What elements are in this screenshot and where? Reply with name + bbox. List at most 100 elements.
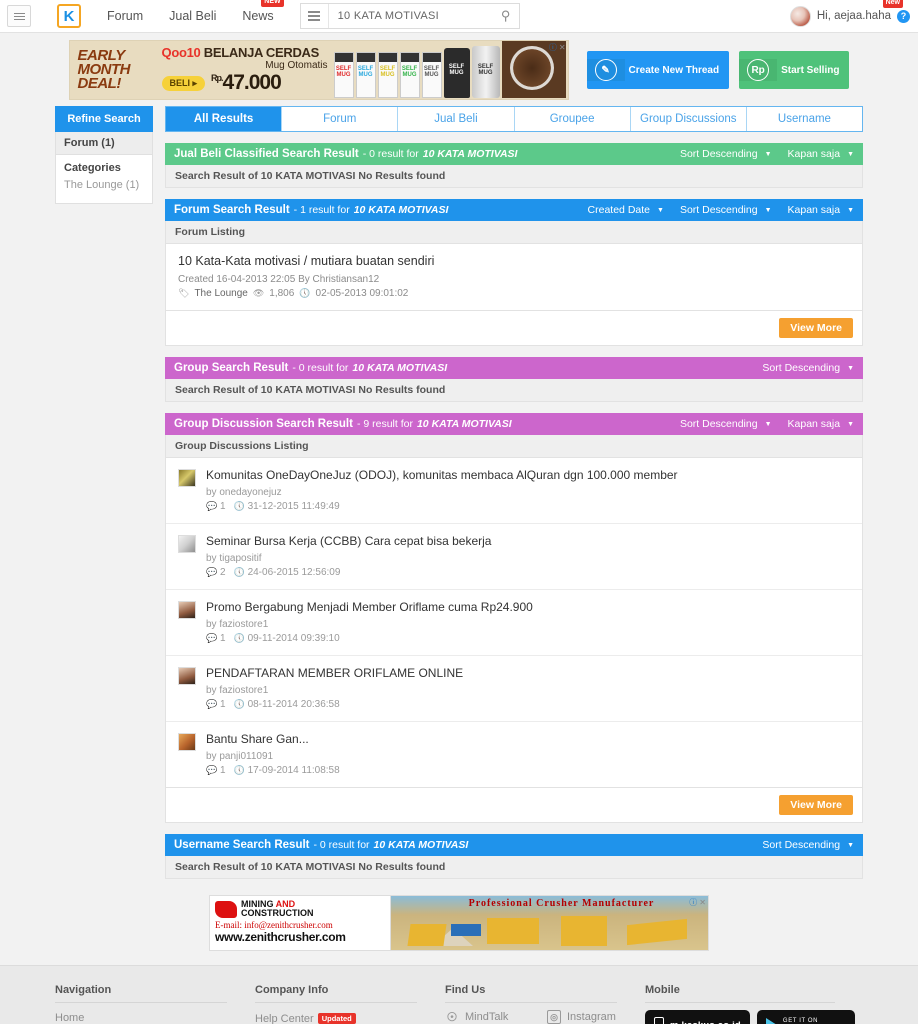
updated-badge: Updated	[317, 1013, 356, 1024]
sidebar-filter-forum[interactable]: Forum (1)	[56, 132, 152, 155]
sidebar-categories-title: Categories	[64, 162, 121, 174]
discussion-author[interactable]: by tigapositif	[206, 553, 850, 564]
forum-view-more-button[interactable]: View More	[779, 318, 853, 338]
list-item[interactable]: Seminar Bursa Kerja (CCBB) Cara cepat bi…	[166, 524, 862, 590]
social-link-instagram[interactable]: ◎ Instagram	[547, 1010, 645, 1024]
tab-groupee[interactable]: Groupee	[515, 107, 631, 131]
tab-forum[interactable]: Forum	[282, 107, 399, 131]
forum-result-count: - 1 result for	[293, 204, 350, 216]
list-item[interactable]: Bantu Share Gan... by panji011091 💬 1 🕔 …	[166, 722, 862, 787]
kaskus-logo[interactable]: K	[57, 4, 81, 28]
group-discussion-sort-descending[interactable]: Sort Descending ▼	[680, 418, 772, 430]
footer-link-home[interactable]: Home	[55, 1010, 255, 1024]
thread-category[interactable]: The Lounge	[194, 288, 247, 299]
google-play-badge[interactable]: GET IT ON Google play	[756, 1010, 855, 1024]
table-row[interactable]: 10 Kata-Kata motivasi / mutiara buatan s…	[166, 244, 862, 310]
username-result-header: Username Search Result - 0 result for 10…	[165, 834, 863, 856]
group-sort-descending[interactable]: Sort Descending ▼	[762, 362, 854, 374]
discussion-title[interactable]: PENDAFTARAN MEMBER ORIFLAME ONLINE	[206, 666, 850, 680]
bottom-ad-website: www.zenithcrusher.com	[215, 930, 346, 944]
discussion-author[interactable]: by onedayonejuz	[206, 487, 850, 498]
footer-mobile-column: Mobile m.kaskus.co.id GET IT ON Google p…	[645, 984, 863, 1024]
nav-item-jual-beli[interactable]: Jual Beli	[169, 9, 216, 23]
new-badge-user: New	[882, 0, 903, 8]
chevron-down-icon: ▼	[847, 364, 854, 372]
bottom-ad-banner[interactable]: MINING AND CONSTRUCTION E-mail: info@zen…	[209, 895, 709, 951]
forum-date-filter[interactable]: Kapan saja ▼	[788, 204, 854, 216]
mobile-site-badge[interactable]: m.kaskus.co.id	[645, 1010, 750, 1024]
tab-username[interactable]: Username	[747, 107, 862, 131]
refine-search-button[interactable]: Refine Search	[55, 106, 153, 132]
user-greeting[interactable]: Hi, aejaa.haha New	[817, 0, 903, 22]
list-item[interactable]: Promo Bergabung Menjadi Member Oriflame …	[166, 590, 862, 656]
start-selling-button[interactable]: Rp Start Selling	[739, 51, 850, 89]
forum-result-title: Forum Search Result	[174, 204, 290, 216]
discussion-author[interactable]: by faziostore1	[206, 619, 850, 630]
search-icon[interactable]: ⚲	[493, 8, 519, 24]
jual-beli-sort-descending[interactable]: Sort Descending ▼	[680, 148, 772, 160]
jual-beli-date-filter[interactable]: Kapan saja ▼	[788, 148, 854, 160]
tab-group-discussions[interactable]: Group Discussions	[631, 107, 747, 131]
discussion-title[interactable]: Seminar Bursa Kerja (CCBB) Cara cepat bi…	[206, 534, 850, 548]
footer-company-title: Company Info	[255, 984, 417, 1003]
footer-navigation-column: Navigation Home Forum Jual Beli Groupee …	[55, 984, 255, 1024]
ad-currency: Rp.	[211, 73, 223, 83]
ad-mug-green: SELF MUG	[399, 52, 420, 98]
top-ad-banner[interactable]: EARLY MONTH DEAL! Qoo10 BELANJA CERDAS M…	[68, 40, 569, 100]
jual-beli-sort-label: Sort Descending	[679, 148, 758, 160]
ad-info-icon[interactable]: ⓘ	[549, 42, 557, 53]
tab-jual-beli[interactable]: Jual Beli	[398, 107, 515, 131]
username-result-block: Username Search Result - 0 result for 10…	[165, 834, 863, 879]
avatar[interactable]	[789, 5, 811, 27]
nav-item-news[interactable]: News NEW	[242, 0, 284, 23]
search-input[interactable]	[328, 9, 493, 23]
sidebar-category-the-lounge[interactable]: The Lounge (1)	[64, 179, 144, 191]
avatar	[178, 469, 196, 487]
social-label-mindtalk: MindTalk	[465, 1011, 509, 1023]
help-icon[interactable]: ?	[897, 9, 910, 23]
ad-mug-white: SELF MUG	[421, 52, 442, 98]
social-links-grid: ☉MindTalk ◎Instagram 🐦Forum 🐦Jual Beli f…	[445, 1010, 645, 1024]
list-item[interactable]: PENDAFTARAN MEMBER ORIFLAME ONLINE by fa…	[166, 656, 862, 722]
discussion-author[interactable]: by faziostore1	[206, 685, 850, 696]
group-discussion-view-more-button[interactable]: View More	[779, 795, 853, 815]
ad-controls: ⓘ ✕	[549, 42, 566, 53]
tab-all-results[interactable]: All Results	[166, 107, 283, 131]
nav-item-forum[interactable]: Forum	[107, 9, 143, 23]
ad-cta-button[interactable]: BELI ▸	[161, 75, 206, 91]
ad-copy: Qoo10 BELANJA CERDAS Mug Otomatis BELI ▸…	[158, 45, 334, 95]
forum-listing-label: Forum Listing	[165, 221, 863, 244]
group-discussion-result-query: 10 KATA MOTIVASI	[416, 418, 512, 430]
group-discussion-result-block: Group Discussion Search Result - 9 resul…	[165, 413, 863, 823]
create-new-thread-button[interactable]: ✎ Create New Thread	[586, 51, 730, 89]
forum-created-date-filter[interactable]: Created Date ▼	[588, 204, 664, 216]
ad-info-icon[interactable]: ⓘ	[689, 897, 697, 908]
clock-icon: 🕔	[233, 765, 245, 775]
list-item[interactable]: Komunitas OneDayOneJuz (ODOJ), komunitas…	[166, 458, 862, 524]
discussion-title[interactable]: Komunitas OneDayOneJuz (ODOJ), komunitas…	[206, 468, 850, 482]
ad-mug-red: SELF MUG	[333, 52, 354, 98]
ad-close-icon[interactable]: ✕	[559, 43, 566, 52]
social-label-instagram: Instagram	[567, 1011, 616, 1023]
username-sort-descending[interactable]: Sort Descending ▼	[762, 839, 854, 851]
forum-sort-descending[interactable]: Sort Descending ▼	[680, 204, 772, 216]
group-discussion-date-label: Kapan saja	[787, 418, 841, 430]
jual-beli-result-title: Jual Beli Classified Search Result	[174, 148, 359, 160]
bottom-ad-controls: ⓘ ✕	[689, 897, 706, 908]
ad-brand-rest: BELANJA CERDAS	[203, 45, 320, 60]
main-menu-icon[interactable]	[7, 5, 31, 27]
ad-close-icon[interactable]: ✕	[699, 898, 706, 907]
forum-date-label: Kapan saja	[787, 204, 841, 216]
discussion-author[interactable]: by panji011091	[206, 751, 850, 762]
footer-link-help-center[interactable]: Help Center Updated	[255, 1010, 445, 1024]
discussion-title[interactable]: Bantu Share Gan...	[206, 732, 850, 746]
ad-machine-1	[407, 924, 447, 946]
category-hamburger-icon[interactable]	[301, 4, 329, 28]
discussion-title[interactable]: Promo Bergabung Menjadi Member Oriflame …	[206, 600, 850, 614]
group-discussion-date-filter[interactable]: Kapan saja ▼	[788, 418, 854, 430]
social-link-mindtalk[interactable]: ☉ MindTalk	[445, 1010, 543, 1024]
zenith-logo: MINING AND CONSTRUCTION	[215, 900, 385, 918]
discussion-date: 08-11-2014 20:36:58	[247, 699, 340, 710]
thread-title[interactable]: 10 Kata-Kata motivasi / mutiara buatan s…	[178, 254, 850, 268]
footer-link-help-center-label: Help Center	[255, 1013, 314, 1024]
